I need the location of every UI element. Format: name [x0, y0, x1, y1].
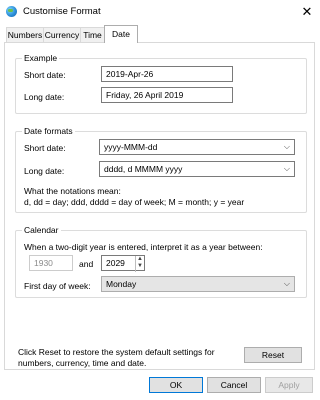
group-label: Date formats — [22, 126, 75, 136]
reset-text-line2: numbers, currency, time and date. — [18, 358, 147, 368]
short-date-format-combo[interactable]: yyyy-MMM-dd ⌵ — [99, 139, 295, 155]
tab-label: Time — [83, 30, 102, 40]
short-date-format-label: Short date: — [24, 143, 66, 153]
group-label: Calendar — [22, 225, 61, 235]
cancel-button[interactable]: Cancel — [207, 377, 261, 393]
tab-label: Currency — [44, 30, 80, 40]
combo-value: dddd, d MMMM yyyy — [104, 164, 183, 174]
spin-down-icon[interactable]: ▼ — [136, 263, 144, 270]
globe-icon — [6, 6, 17, 17]
notations-text: d, dd = day; ddd, dddd = day of week; M … — [24, 197, 245, 207]
chevron-down-icon[interactable]: ⌵ — [284, 140, 290, 154]
first-day-combo[interactable]: Monday ⌵ — [101, 276, 295, 292]
example-long-label: Long date: — [24, 92, 65, 102]
example-long-value: Friday, 26 April 2019 — [101, 87, 233, 103]
reset-text-line1: Click Reset to restore the system defaul… — [18, 347, 215, 357]
long-date-format-label: Long date: — [24, 166, 65, 176]
tab-time[interactable]: Time — [80, 27, 105, 43]
tab-numbers[interactable]: Numbers — [6, 27, 44, 43]
notations-heading: What the notations mean: — [24, 186, 121, 196]
window-title: Customise Format — [23, 6, 101, 17]
chevron-down-icon[interactable]: ⌵ — [284, 277, 290, 291]
combo-value: yyyy-MMM-dd — [104, 142, 158, 152]
tab-label: Numbers — [7, 30, 43, 40]
close-icon[interactable]: ✕ — [298, 3, 316, 21]
from-year-field: 1930 — [29, 255, 73, 271]
reset-button[interactable]: Reset — [244, 347, 302, 363]
ok-button[interactable]: OK — [149, 377, 203, 393]
first-day-label: First day of week: — [24, 281, 91, 291]
spin-buttons[interactable]: ▲ ▼ — [135, 256, 144, 272]
tab-currency[interactable]: Currency — [43, 27, 81, 43]
title-bar: Customise Format ✕ — [0, 0, 320, 24]
combo-value: Monday — [106, 279, 137, 289]
tab-label: Date — [112, 29, 130, 39]
to-year-value: 2029 — [106, 258, 125, 268]
chevron-down-icon[interactable]: ⌵ — [284, 162, 290, 176]
example-short-label: Short date: — [24, 70, 66, 80]
group-label: Example — [22, 53, 60, 63]
apply-button: Apply — [265, 377, 313, 393]
long-date-format-combo[interactable]: dddd, d MMMM yyyy ⌵ — [99, 161, 295, 177]
to-year-stepper[interactable]: 2029 ▲ ▼ — [101, 255, 145, 272]
tab-date[interactable]: Date — [104, 25, 138, 43]
example-short-value: 2019-Apr-26 — [101, 66, 233, 82]
and-label: and — [79, 259, 94, 269]
spin-up-icon[interactable]: ▲ — [136, 256, 144, 263]
two-digit-year-text: When a two-digit year is entered, interp… — [24, 242, 263, 252]
